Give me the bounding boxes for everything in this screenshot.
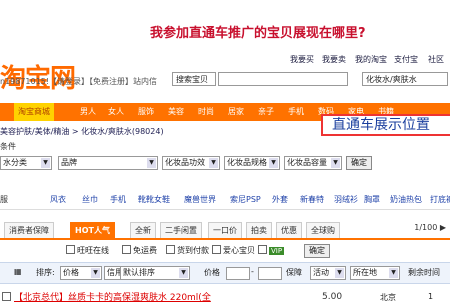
hot-category-link[interactable]: 奶油热包 [390,194,422,205]
result-title[interactable]: 【北京总代】丝质卡卡的高保湿爽肤水 220ml(全 [14,290,211,303]
checkbox-partner[interactable]: VIP [258,245,285,255]
checkbox-confirm-button[interactable]: 确定 [304,244,330,258]
hot-category-label: 服 [0,195,8,204]
hot-category-link[interactable]: 魔兽世界 [184,194,216,205]
tab-used[interactable]: 二手闲置 [160,222,202,238]
chevron-down-icon: ▼ [209,158,218,168]
tab-consumer-protection[interactable]: 消费者保障 [4,222,54,238]
search-keyword-field[interactable]: 化妆水/爽肤水 [362,72,448,86]
price-max-input[interactable] [258,267,282,280]
default-sort-select[interactable]: 默认排序 ▼ [120,266,190,280]
chevron-down-icon: ▼ [269,158,278,168]
tab-hot[interactable]: HOT人气 [70,222,115,238]
chevron-down-icon: ▼ [147,158,156,168]
price-range-label: 价格 [204,268,220,277]
result-location: 北京 [380,293,396,302]
location-select[interactable]: 所在地 ▼ [350,266,400,280]
hot-category-link[interactable]: 打底裤 [430,194,450,205]
filter-confirm-button[interactable]: 确定 [346,156,372,170]
warranty-label[interactable]: 保障 [286,267,302,278]
hot-category-row: 服 风衣 丝巾 手机 靴靴女鞋 魔兽世界 索尼PSP 外套 新春特 羽绒衫 胸罩… [0,191,450,210]
hot-category-link[interactable]: 风衣 [50,194,66,205]
chevron-down-icon: ▼ [91,268,100,278]
checkbox-wangwang-online[interactable]: 旺旺在线 [66,245,109,256]
capacity-select[interactable]: 化妆品容量 ▼ [284,156,342,170]
tab-discount[interactable]: 优惠 [276,222,302,238]
chevron-down-icon: ▼ [335,268,344,278]
vip-badge: VIP [269,247,285,255]
chevron-down-icon: ▼ [41,158,50,168]
chevron-down-icon: ▼ [179,268,188,278]
banner-question: 我参加直通车推广的宝贝展现在哪里? [150,26,366,41]
callout-box: 直通车展示位置 [321,114,450,136]
nav-item-fashion[interactable]: 时尚 [198,103,214,121]
hot-category-link[interactable]: 靴靴女鞋 [138,194,170,205]
hot-category-link[interactable]: 丝巾 [82,194,98,205]
side-label: 条件 [0,142,16,151]
brand-select[interactable]: 品牌 ▼ [58,156,158,170]
user-login-line[interactable]: n19871015!【请登录】【免费注册】站内信 [0,76,157,87]
activity-select[interactable]: 活动 ▼ [310,266,346,280]
tab-auction[interactable]: 拍卖 [246,222,272,238]
nav-item-phone[interactable]: 手机 [288,103,304,121]
tab-fixed-price[interactable]: 一口价 [208,222,242,238]
nav-item-men[interactable]: 男人 [80,103,96,121]
spec-select[interactable]: 化妆品规格 ▼ [224,156,280,170]
top-link-sell[interactable]: 我要卖 [322,54,346,65]
nav-item-women[interactable]: 女人 [108,103,124,121]
hot-category-link[interactable]: 胸罩 [364,194,380,205]
filter-row: 水分类 ▼ 品牌 ▼ 化妆品功效 ▼ 化妆品规格 ▼ 化妆品容量 ▼ 确定 [0,153,450,175]
effect-select[interactable]: 化妆品功效 ▼ [162,156,220,170]
tab-global[interactable]: 全球购 [306,222,340,238]
hot-category-link[interactable]: 手机 [110,194,126,205]
price-range-separator: - [251,267,254,276]
breadcrumb[interactable]: 美容护肤/美体/精油 > 化妆水/爽肤水(98024) [0,126,164,137]
chevron-down-icon: ▼ [389,268,398,278]
tab-new[interactable]: 全新 [130,222,156,238]
top-link-alipay[interactable]: 支付宝 [394,54,418,65]
category-select[interactable]: 水分类 ▼ [0,156,52,170]
top-link-buy[interactable]: 我要买 [290,54,314,65]
hot-category-link[interactable]: 外套 [272,194,288,205]
checkbox-filters: 旺旺在线 免运费 货到付款 爱心宝贝 VIP 确定 [0,244,450,258]
nav-item-apparel[interactable]: 服饰 [138,103,154,121]
checkbox-cod[interactable]: 货到付款 [166,245,209,256]
nav-item-home[interactable]: 居家 [228,103,244,121]
nav-item-mall[interactable]: 淘宝商城 [14,103,54,121]
result-price: 5.00 [322,292,343,302]
nav-item-kids[interactable]: 亲子 [258,103,274,121]
price-min-input[interactable] [226,267,250,280]
checkbox-free-shipping[interactable]: 免运费 [122,245,157,256]
top-link-mytaobao[interactable]: 我的淘宝 [355,54,387,65]
hot-category-link[interactable]: 索尼PSP [230,194,261,205]
search-type-select[interactable]: 搜索宝贝 [172,72,216,86]
nav-item-beauty[interactable]: 美容 [168,103,184,121]
hot-category-link[interactable]: 羽绒衫 [334,194,358,205]
sort-price-select[interactable]: 价格 ▼ [60,266,102,280]
checkbox-charity[interactable]: 爱心宝贝 [212,245,255,256]
result-row: 【北京总代】丝质卡卡的高保湿爽肤水 220ml(全 5.00 北京 1 [0,286,450,303]
search-input[interactable] [218,72,348,86]
sort-bar: ▦ 排序: 价格▼ 信用▼ 默认排序▼ 价格 - 保障 活动▼ 所在地▼ 剩余时… [0,262,450,284]
top-link-community[interactable]: 社区 [428,54,444,65]
sort-label: 排序: [36,268,55,277]
chevron-down-icon: ▼ [331,158,340,168]
hot-category-link[interactable]: 新春特 [300,194,324,205]
page-indicator: 1/100 ▶ [414,223,446,232]
result-tabs: 消费者保障 HOT人气 全新 二手闲置 一口价 拍卖 优惠 全球购 1/100 … [0,220,450,240]
list-view-icon[interactable]: ▦ [14,267,22,276]
remaining-time-label[interactable]: 剩余时间 [408,267,440,278]
next-page-icon[interactable]: ▶ [440,223,446,232]
